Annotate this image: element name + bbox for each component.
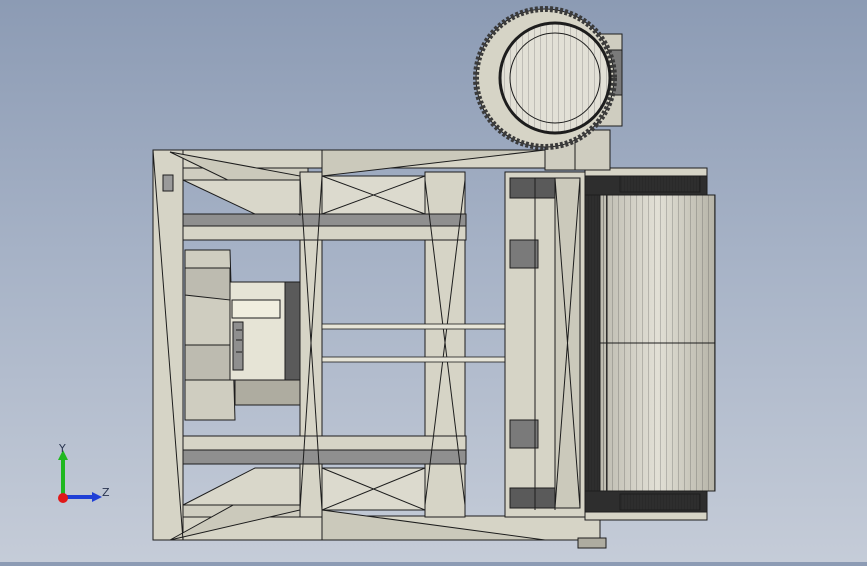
- drive-motor: [473, 6, 623, 171]
- bearing-frame: [504, 171, 586, 518]
- rotary-drum: [584, 167, 716, 521]
- bottom-bolt: [577, 537, 607, 549]
- z-arrow-icon: [92, 492, 102, 502]
- cad-model[interactable]: [0, 0, 867, 562]
- tie-rods: [321, 323, 513, 363]
- z-axis-label: Z: [102, 486, 110, 499]
- x-axis-dot: [58, 493, 68, 503]
- cad-viewport[interactable]: Y Z: [0, 0, 867, 562]
- feed-hopper: [184, 249, 301, 421]
- y-axis-label: Y: [59, 442, 66, 455]
